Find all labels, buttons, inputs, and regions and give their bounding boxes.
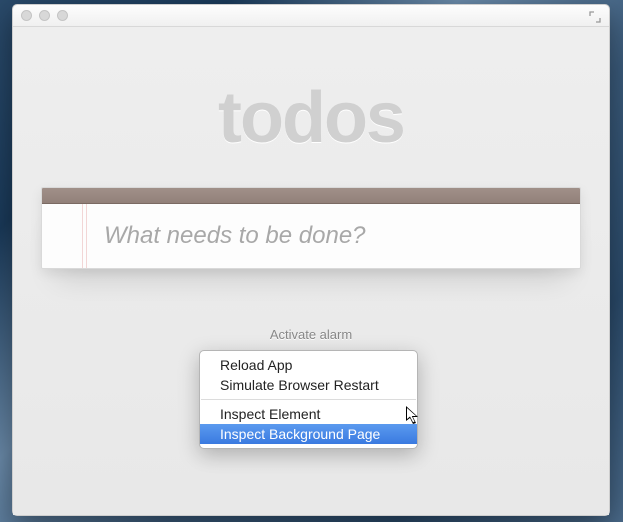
menu-item-simulate-browser-restart[interactable]: Simulate Browser Restart (200, 375, 417, 395)
minimize-window-button[interactable] (39, 10, 50, 21)
fullscreen-icon[interactable] (589, 10, 601, 22)
new-todo-input[interactable]: What needs to be done? (64, 222, 558, 250)
context-menu: Reload App Simulate Browser Restart Insp… (199, 350, 418, 449)
todo-input-area[interactable]: What needs to be done? (42, 204, 580, 268)
paper-rule-line (82, 204, 83, 268)
menu-divider (201, 399, 416, 400)
card-header-bar (42, 188, 580, 204)
close-window-button[interactable] (21, 10, 32, 21)
paper-rule-line (86, 204, 87, 268)
traffic-lights (21, 10, 68, 21)
activate-alarm-link[interactable]: Activate alarm (41, 327, 581, 342)
menu-item-reload-app[interactable]: Reload App (200, 355, 417, 375)
app-title: todos (41, 77, 581, 159)
todo-card: What needs to be done? (41, 187, 581, 269)
window-titlebar[interactable] (13, 5, 609, 27)
zoom-window-button[interactable] (57, 10, 68, 21)
menu-item-inspect-element[interactable]: Inspect Element (200, 404, 417, 424)
menu-item-inspect-background-page[interactable]: Inspect Background Page (200, 424, 417, 444)
